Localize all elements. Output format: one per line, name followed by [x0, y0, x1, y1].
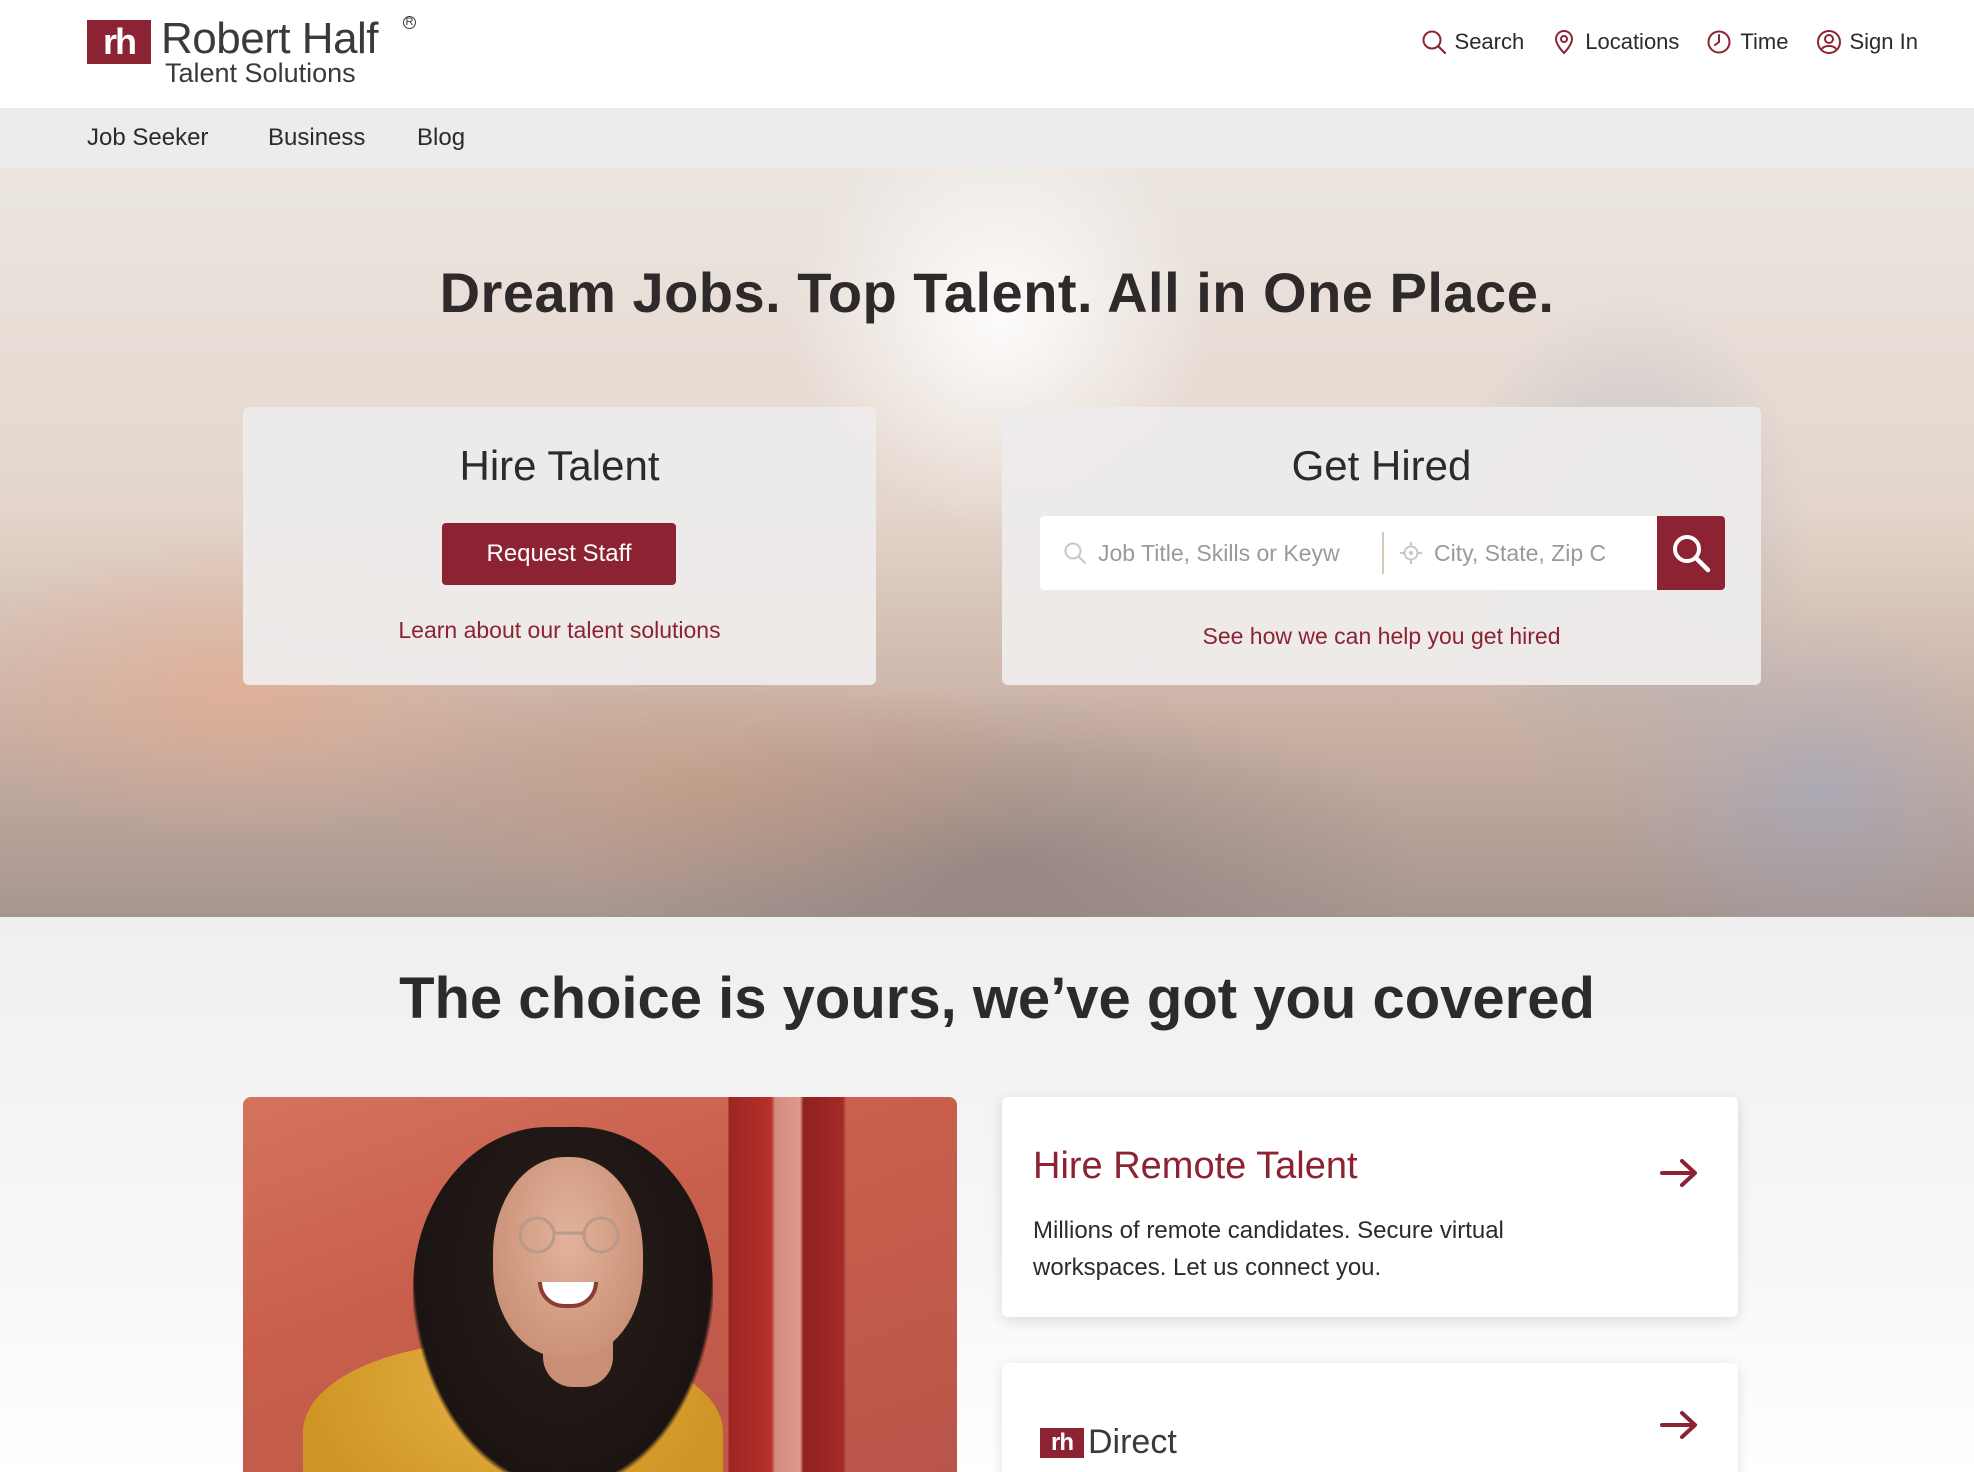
search-icon: [1064, 542, 1086, 564]
job-search-bar: Job Title, Skills or Keyw City, State, Z…: [1040, 516, 1725, 590]
get-hired-title: Get Hired: [1291, 442, 1472, 489]
smiling-woman-photo: [243, 1097, 957, 1472]
location-input[interactable]: City, State, Zip C: [1398, 516, 1648, 590]
util-sign-in-link[interactable]: Sign In: [1815, 28, 1919, 56]
hero-title: Dream Jobs. Top Talent. All in One Place…: [439, 261, 1555, 324]
photo-glasses: [518, 1216, 620, 1254]
registered-mark: R: [403, 16, 416, 29]
nav-business[interactable]: Business: [268, 124, 365, 152]
rh-direct-logo: rh Direct: [1040, 1423, 1177, 1462]
logo-mark: rh: [87, 20, 151, 64]
utility-nav: Search Locations Time Sign In: [1420, 28, 1918, 56]
audience-nav: Job Seeker Business Blog: [0, 108, 1974, 168]
hire-remote-talent-tile[interactable]: Hire Remote Talent Millions of remote ca…: [1002, 1097, 1738, 1317]
search-divider: [1382, 532, 1384, 574]
rh-direct-tile[interactable]: rh Direct: [1002, 1363, 1738, 1472]
choice-title: The choice is yours, we’ve got you cover…: [399, 966, 1595, 1031]
util-locations-label: Locations: [1585, 29, 1680, 54]
location-placeholder: City, State, Zip C: [1434, 539, 1607, 566]
util-sign-in-label: Sign In: [1849, 29, 1919, 54]
arrow-right-icon: [1660, 1411, 1697, 1439]
nav-blog[interactable]: Blog: [417, 124, 465, 152]
hire-remote-talent-title: Hire Remote Talent: [1033, 1145, 1358, 1187]
location-pin-icon: [1555, 29, 1574, 55]
choice-section: The choice is yours, we’ve got you cover…: [0, 917, 1974, 1472]
rh-direct-text: Direct: [1088, 1423, 1177, 1461]
hero-section: Dream Jobs. Top Talent. All in One Place…: [0, 168, 1974, 917]
rh-direct-mark: rh: [1040, 1427, 1084, 1458]
util-locations-link[interactable]: Locations: [1550, 28, 1679, 56]
job-search-button[interactable]: [1657, 516, 1725, 590]
logo-subtitle: Talent Solutions: [165, 58, 356, 88]
util-search-label: Search: [1454, 29, 1525, 54]
search-icon: [1673, 535, 1711, 573]
get-hired-card: Get Hired Job Title, Skills or Keyw City…: [1002, 407, 1761, 685]
talent-solutions-link[interactable]: Learn about our talent solutions: [243, 617, 876, 644]
util-time-link[interactable]: Time: [1705, 28, 1789, 56]
hire-remote-talent-text: Millions of remote candidates. Secure vi…: [1033, 1217, 1504, 1281]
search-icon: [1422, 30, 1446, 55]
hire-talent-title: Hire Talent: [459, 442, 660, 489]
request-staff-button[interactable]: Request Staff: [442, 523, 676, 585]
clock-icon: [1707, 30, 1731, 54]
site-header: rh Robert Half R Talent Solutions Search…: [0, 0, 1974, 108]
get-hired-help-link[interactable]: See how we can help you get hired: [1002, 623, 1761, 650]
logo-name: Robert Half: [161, 14, 379, 63]
nav-job-seeker[interactable]: Job Seeker: [87, 124, 208, 152]
user-icon: [1816, 30, 1841, 54]
crosshair-icon: [1400, 542, 1422, 564]
util-time-label: Time: [1740, 29, 1789, 54]
keyword-input[interactable]: Job Title, Skills or Keyw: [1062, 516, 1362, 590]
photo-face: [493, 1157, 643, 1357]
util-search-link[interactable]: Search: [1420, 28, 1525, 56]
hire-talent-card: Hire Talent Request Staff Learn about ou…: [243, 407, 876, 685]
arrow-right-icon: [1660, 1159, 1697, 1187]
keyword-placeholder: Job Title, Skills or Keyw: [1098, 539, 1340, 566]
